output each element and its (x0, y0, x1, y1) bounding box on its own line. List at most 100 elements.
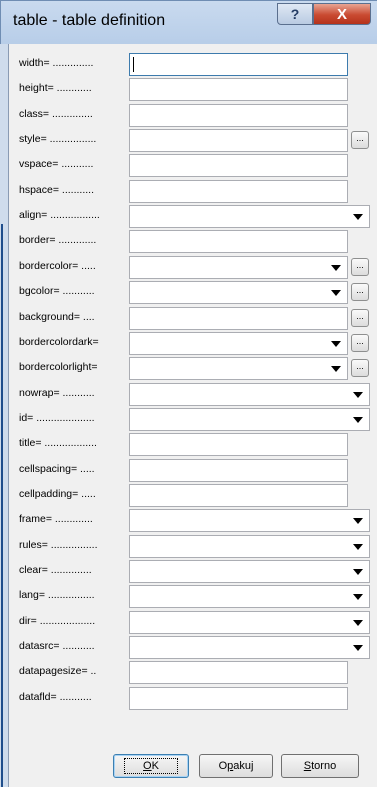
row-align: align= ................. (9, 205, 377, 228)
row-clear: clear= .............. (9, 560, 377, 583)
repeat-button[interactable]: Opakuj (199, 754, 273, 778)
bgcolor-label: bgcolor= ........... (19, 285, 95, 297)
bordercolorlight-browse-button[interactable]: ... (351, 359, 369, 377)
row-border: border= ............. (9, 230, 377, 253)
row-bordercolordark: bordercolordark=... (9, 332, 377, 355)
title-label: title= .................. (19, 437, 97, 449)
bgcolor-browse-button[interactable]: ... (351, 283, 369, 301)
nowrap-select[interactable] (129, 383, 370, 406)
chevron-down-icon[interactable] (353, 569, 363, 575)
chevron-down-icon[interactable] (353, 518, 363, 524)
bordercolorlight-label: bordercolorlight= (19, 361, 98, 373)
row-height: height= ............ (9, 78, 377, 101)
bordercolordark-select[interactable] (129, 332, 348, 355)
chevron-down-icon[interactable] (331, 366, 341, 372)
left-accent-stripe (1, 224, 3, 787)
rules-label: rules= ................ (19, 539, 98, 551)
row-bordercolorlight: bordercolorlight=... (9, 357, 377, 380)
vspace-input[interactable] (129, 154, 348, 177)
nowrap-label: nowrap= ........... (19, 387, 95, 399)
title-input[interactable] (129, 433, 348, 456)
dir-label: dir= ................... (19, 615, 96, 627)
dialog-body: OK Opakuj Storno width= .............. he… (8, 44, 377, 787)
height-label: height= ............ (19, 82, 92, 94)
row-datasrc: datasrc= ........... (9, 636, 377, 659)
clear-select[interactable] (129, 560, 370, 583)
vspace-label: vspace= ........... (19, 158, 94, 170)
chevron-down-icon[interactable] (331, 341, 341, 347)
row-background: background= ....... (9, 307, 377, 330)
chevron-down-icon[interactable] (353, 645, 363, 651)
row-nowrap: nowrap= ........... (9, 383, 377, 406)
bordercolorlight-select[interactable] (129, 357, 348, 380)
align-label: align= ................. (19, 209, 100, 221)
frame-select[interactable] (129, 509, 370, 532)
style-input[interactable] (129, 129, 348, 152)
background-input[interactable] (129, 307, 348, 330)
bordercolordark-browse-button[interactable]: ... (351, 334, 369, 352)
chevron-down-icon[interactable] (353, 620, 363, 626)
cellpadding-input[interactable] (129, 484, 348, 507)
text-caret (133, 57, 134, 72)
bordercolor-label: bordercolor= ..... (19, 260, 96, 272)
border-label: border= ............. (19, 234, 97, 246)
datafld-input[interactable] (129, 687, 348, 710)
row-class: class= .............. (9, 104, 377, 127)
row-frame: frame= ............. (9, 509, 377, 532)
chevron-down-icon[interactable] (353, 417, 363, 423)
bgcolor-select[interactable] (129, 281, 348, 304)
row-vspace: vspace= ........... (9, 154, 377, 177)
bordercolor-select[interactable] (129, 256, 348, 279)
chevron-down-icon[interactable] (331, 265, 341, 271)
title-bar[interactable]: table - table definition ? X (1, 1, 377, 45)
cellpadding-label: cellpadding= ..... (19, 488, 96, 500)
cellspacing-label: cellspacing= ..... (19, 463, 95, 475)
style-browse-button[interactable]: ... (351, 131, 369, 149)
chevron-down-icon[interactable] (353, 392, 363, 398)
cellspacing-input[interactable] (129, 459, 348, 482)
class-input[interactable] (129, 104, 348, 127)
datafld-label: datafld= ........... (19, 691, 92, 703)
window-left-border (0, 44, 8, 787)
border-input[interactable] (129, 230, 348, 253)
dir-select[interactable] (129, 611, 370, 634)
row-bordercolor: bordercolor= ........ (9, 256, 377, 279)
row-bgcolor: bgcolor= .............. (9, 281, 377, 304)
row-style: style= ................... (9, 129, 377, 152)
cancel-button-label: Storno (303, 760, 337, 772)
id-label: id= .................... (19, 412, 95, 424)
frame-label: frame= ............. (19, 513, 93, 525)
ok-button[interactable]: OK (113, 754, 189, 778)
row-hspace: hspace= ........... (9, 180, 377, 203)
chevron-down-icon[interactable] (353, 214, 363, 220)
rules-select[interactable] (129, 535, 370, 558)
chevron-down-icon[interactable] (353, 594, 363, 600)
repeat-button-label: Opakuj (218, 760, 254, 772)
close-icon: X (336, 5, 347, 23)
row-id: id= .................... (9, 408, 377, 431)
background-browse-button[interactable]: ... (351, 309, 369, 327)
ok-button-label: OK (124, 758, 178, 774)
chevron-down-icon[interactable] (353, 544, 363, 550)
bordercolor-browse-button[interactable]: ... (351, 258, 369, 276)
datasrc-label: datasrc= ........... (19, 640, 95, 652)
width-label: width= .............. (19, 57, 94, 69)
clear-label: clear= .............. (19, 564, 92, 576)
lang-select[interactable] (129, 585, 370, 608)
help-button[interactable]: ? (277, 3, 313, 25)
row-cellpadding: cellpadding= ..... (9, 484, 377, 507)
align-select[interactable] (129, 205, 370, 228)
hspace-input[interactable] (129, 180, 348, 203)
lang-label: lang= ................ (19, 589, 95, 601)
id-select[interactable] (129, 408, 370, 431)
row-dir: dir= ................... (9, 611, 377, 634)
row-rules: rules= ................ (9, 535, 377, 558)
chevron-down-icon[interactable] (331, 290, 341, 296)
cancel-button[interactable]: Storno (281, 754, 359, 778)
close-button[interactable]: X (313, 3, 371, 25)
row-datafld: datafld= ........... (9, 687, 377, 710)
datasrc-select[interactable] (129, 636, 370, 659)
height-input[interactable] (129, 78, 348, 101)
width-input[interactable] (129, 53, 348, 76)
datapagesize-input[interactable] (129, 661, 348, 684)
